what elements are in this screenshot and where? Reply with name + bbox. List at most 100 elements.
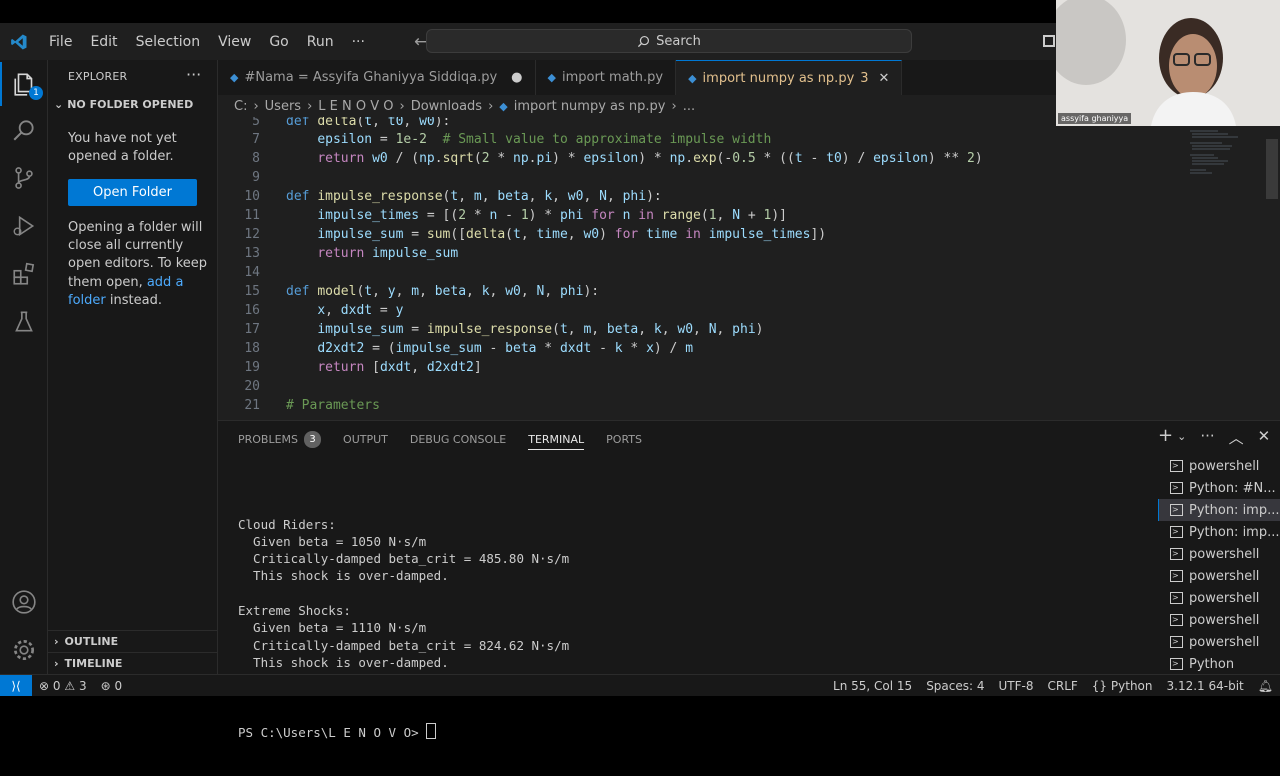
menu-file[interactable]: File bbox=[40, 34, 81, 50]
line-code: impulse_times = [(2 * n - 1) * phi for n… bbox=[317, 208, 787, 223]
code-line[interactable]: 9 bbox=[218, 168, 1218, 187]
notifications-bell-icon[interactable]: 🔔︎ bbox=[1251, 679, 1280, 693]
more-actions-icon[interactable]: ··· bbox=[1200, 427, 1214, 448]
tab-nama-file[interactable]: ◆ #Nama = Assyifa Ghaniyya Siddiqa.py ● bbox=[218, 60, 536, 95]
explorer-more-icon[interactable]: ··· bbox=[186, 65, 201, 84]
line-endings[interactable]: CRLF bbox=[1040, 679, 1084, 693]
terminal-output[interactable]: Cloud Riders: Given beta = 1050 N·s/m Cr… bbox=[238, 481, 1138, 776]
code-editor[interactable]: 5 def delta(t, t0, w0): 7 epsilon = 1e-2 #… bbox=[218, 117, 1280, 420]
menu-edit[interactable]: Edit bbox=[81, 34, 126, 50]
terminal-instance[interactable]: > powershell bbox=[1158, 587, 1280, 609]
run-debug-icon[interactable] bbox=[0, 204, 48, 248]
terminal-instance[interactable]: > powershell bbox=[1158, 631, 1280, 653]
line-code: # Parameters bbox=[286, 398, 380, 413]
terminal-instance[interactable]: > powershell bbox=[1158, 565, 1280, 587]
tab-import-math[interactable]: ◆ import math.py bbox=[536, 60, 677, 95]
account-icon[interactable] bbox=[0, 580, 48, 624]
ports-status[interactable]: ⊛ 0 bbox=[94, 679, 130, 693]
minimap[interactable] bbox=[1188, 127, 1248, 187]
menu-go[interactable]: Go bbox=[260, 34, 297, 50]
code-line[interactable]: 13 return impulse_sum bbox=[218, 244, 1218, 263]
close-panel-icon[interactable]: ✕ bbox=[1258, 427, 1271, 448]
maximize-panel-icon[interactable]: ︿ bbox=[1229, 427, 1244, 448]
indentation[interactable]: Spaces: 4 bbox=[919, 679, 991, 693]
python-interpreter[interactable]: 3.12.1 64-bit bbox=[1160, 679, 1251, 693]
menu-more[interactable]: ··· bbox=[343, 34, 374, 50]
chevron-down-icon: ⌄ bbox=[54, 98, 64, 111]
explorer-icon[interactable]: 1 bbox=[0, 62, 48, 106]
section-title: NO FOLDER OPENED bbox=[67, 98, 194, 111]
code-line[interactable]: 16 x, dxdt = y bbox=[218, 301, 1218, 320]
new-terminal-plus-icon[interactable]: + bbox=[1158, 427, 1173, 448]
tab-debug-console[interactable]: DEBUG CONSOLE bbox=[410, 430, 506, 450]
code-line[interactable]: 19 return [dxdt, d2xdt2] bbox=[218, 358, 1218, 377]
line-code: x, dxdt = y bbox=[317, 303, 404, 318]
extensions-icon[interactable] bbox=[0, 252, 48, 296]
close-tab-icon[interactable]: ✕ bbox=[879, 71, 890, 86]
menu-view[interactable]: View bbox=[209, 34, 260, 50]
timeline-section[interactable]: › TIMELINE bbox=[48, 652, 218, 674]
breadcrumb-item[interactable]: Users bbox=[265, 99, 301, 114]
warning-count: 3 bbox=[78, 678, 87, 693]
braces-icon: {} bbox=[1091, 678, 1108, 693]
open-folder-button[interactable]: Open Folder bbox=[68, 179, 197, 206]
terminal-instance-label: Python: imp... bbox=[1189, 524, 1280, 540]
breadcrumb-item[interactable]: Downloads bbox=[411, 99, 482, 114]
unsaved-dot-icon[interactable]: ● bbox=[511, 70, 522, 85]
code-line[interactable]: 20 bbox=[218, 377, 1218, 396]
terminal-lines: Cloud Riders: Given beta = 1050 N·s/m Cr… bbox=[238, 516, 1138, 689]
code-line[interactable]: 10 def impulse_response(t, m, beta, k, w0… bbox=[218, 187, 1218, 206]
code-line[interactable]: 8 return w0 / (np.sqrt(2 * np.pi) * epsi… bbox=[218, 149, 1218, 168]
terminal-instance-label: powershell bbox=[1189, 546, 1260, 562]
menu-run[interactable]: Run bbox=[298, 34, 343, 50]
code-line[interactable]: 18 d2xdt2 = (impulse_sum - beta * dxdt -… bbox=[218, 339, 1218, 358]
tab-label: PORTS bbox=[606, 433, 642, 446]
encoding[interactable]: UTF-8 bbox=[992, 679, 1041, 693]
line-code: return w0 / (np.sqrt(2 * np.pi) * epsilo… bbox=[317, 151, 983, 166]
settings-gear-icon[interactable] bbox=[0, 628, 48, 672]
problems-count-badge: 3 bbox=[304, 431, 322, 448]
code-line[interactable]: 14 bbox=[218, 263, 1218, 282]
tab-terminal[interactable]: TERMINAL bbox=[528, 429, 585, 450]
remote-icon[interactable]: ⟩⟨ bbox=[0, 674, 32, 697]
code-line[interactable]: 21 # Parameters bbox=[218, 396, 1218, 415]
terminal-instance[interactable]: > powershell bbox=[1158, 455, 1280, 477]
terminal-instance[interactable]: > Python: imp... bbox=[1158, 499, 1280, 521]
tab-import-numpy[interactable]: ◆ import numpy as np.py 3 ✕ bbox=[676, 60, 903, 95]
toggle-sidebar-icon[interactable] bbox=[1043, 35, 1055, 47]
no-folder-section[interactable]: ⌄ NO FOLDER OPENED bbox=[54, 98, 193, 111]
problem-count: 3 bbox=[860, 70, 869, 86]
outline-section[interactable]: › OUTLINE bbox=[48, 630, 218, 652]
code-line[interactable]: 15 def model(t, y, m, beta, k, w0, N, phi… bbox=[218, 282, 1218, 301]
chevron-right-icon: › bbox=[54, 657, 59, 670]
code-line[interactable]: 11 impulse_times = [(2 * n - 1) * phi fo… bbox=[218, 206, 1218, 225]
source-control-icon[interactable] bbox=[0, 156, 48, 200]
problems-status[interactable]: ⊗ 0 ⚠ 3 bbox=[32, 679, 94, 693]
terminal-instance-label: powershell bbox=[1189, 590, 1260, 606]
breadcrumb-item[interactable]: L E N O V O bbox=[318, 99, 393, 114]
breadcrumb-item[interactable]: ... bbox=[683, 99, 695, 114]
cursor-position[interactable]: Ln 55, Col 15 bbox=[826, 679, 919, 693]
tab-output[interactable]: OUTPUT bbox=[343, 430, 388, 450]
code-line[interactable]: 17 impulse_sum = impulse_response(t, m, … bbox=[218, 320, 1218, 339]
terminal-instance[interactable]: > Python bbox=[1158, 653, 1280, 675]
breadcrumb-item[interactable]: import numpy as np.py bbox=[514, 99, 666, 114]
testing-flask-icon[interactable] bbox=[0, 300, 48, 344]
language-mode[interactable]: {} Python bbox=[1085, 679, 1160, 693]
chevron-down-icon[interactable]: ⌄ bbox=[1177, 427, 1186, 448]
code-line[interactable]: 7 epsilon = 1e-2 # Small value to approx… bbox=[218, 130, 1218, 149]
tab-problems[interactable]: PROBLEMS 3 bbox=[238, 430, 322, 450]
editor-scrollbar[interactable] bbox=[1266, 139, 1278, 199]
search-view-icon[interactable] bbox=[0, 108, 48, 152]
code-line[interactable]: 12 impulse_sum = sum([delta(t, time, w0)… bbox=[218, 225, 1218, 244]
vscode-logo-icon[interactable] bbox=[10, 33, 28, 51]
terminal-instance[interactable]: > Python: imp... bbox=[1158, 521, 1280, 543]
line-code: def delta(t, t0, w0): bbox=[286, 117, 451, 129]
terminal-instance[interactable]: > Python: #N... bbox=[1158, 477, 1280, 499]
tab-ports[interactable]: PORTS bbox=[606, 430, 642, 450]
breadcrumb-item[interactable]: C: bbox=[234, 99, 247, 114]
terminal-instance[interactable]: > powershell bbox=[1158, 609, 1280, 631]
terminal-instance[interactable]: > powershell bbox=[1158, 543, 1280, 565]
search-box[interactable]: Search bbox=[426, 29, 912, 53]
menu-selection[interactable]: Selection bbox=[127, 34, 210, 50]
